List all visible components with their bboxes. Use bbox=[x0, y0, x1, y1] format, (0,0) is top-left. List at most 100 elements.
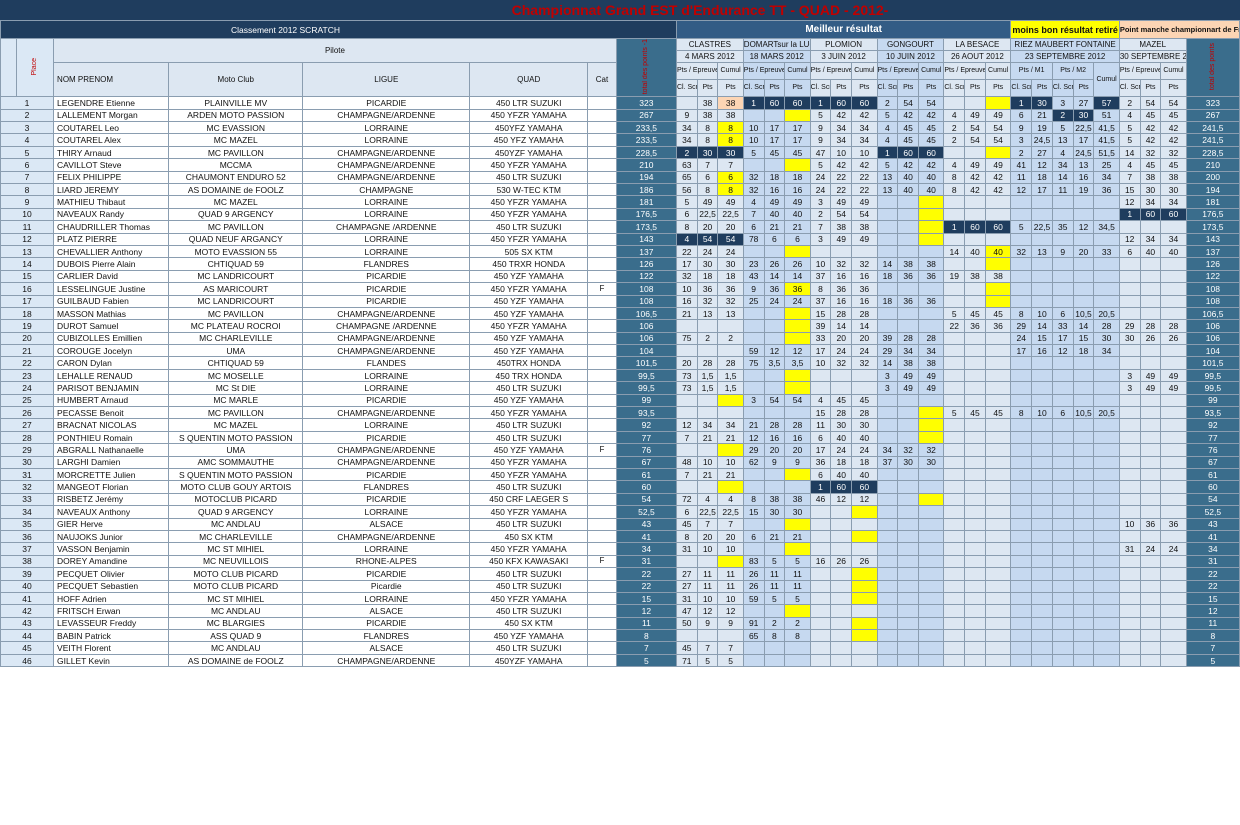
cat-cell bbox=[587, 356, 617, 370]
score-cell bbox=[763, 381, 786, 395]
total-cell: 106 bbox=[615, 331, 677, 346]
score-cell: 42 bbox=[1139, 121, 1162, 135]
cl-scr-label: Cl. Scr bbox=[876, 79, 899, 98]
score-cell bbox=[1072, 505, 1095, 519]
score-cell bbox=[1139, 653, 1162, 668]
score-cell bbox=[897, 567, 920, 581]
score-cell: 17 bbox=[1031, 182, 1053, 197]
club-cell: ASS QUAD 9 bbox=[168, 629, 304, 643]
score-cell bbox=[1072, 294, 1095, 308]
score-cell: 40 bbox=[918, 182, 945, 197]
score-cell bbox=[943, 368, 966, 383]
score-cell bbox=[1093, 554, 1120, 569]
score-cell bbox=[1051, 467, 1074, 482]
score-cell: 10 bbox=[675, 282, 698, 296]
score-cell: 38 bbox=[918, 356, 945, 370]
score-cell: 4 bbox=[1118, 108, 1141, 123]
score-cell bbox=[1072, 591, 1095, 606]
score-cell: 27 bbox=[675, 567, 698, 581]
score-cell: 38 bbox=[964, 269, 986, 284]
score-cell: 16 bbox=[830, 269, 853, 284]
total-right-cell: 106 bbox=[1185, 319, 1240, 333]
score-cell bbox=[1051, 207, 1074, 222]
score-cell bbox=[984, 195, 1012, 209]
score-cell bbox=[1139, 591, 1162, 606]
club-cell: ARDEN MOTO PASSION bbox=[168, 108, 304, 123]
score-cell bbox=[784, 306, 811, 321]
score-cell: 14 bbox=[1072, 319, 1095, 333]
score-cell bbox=[1031, 629, 1053, 643]
score-cell bbox=[1118, 418, 1141, 432]
score-cell: 20 bbox=[830, 331, 853, 346]
club-cell: MC PAVILLON bbox=[168, 220, 304, 234]
score-cell: 54 bbox=[784, 393, 811, 408]
score-cell bbox=[984, 492, 1012, 507]
ligue-cell: CHAMPAGNE /ARDENNE bbox=[302, 319, 471, 333]
total-cell: 181 bbox=[615, 195, 677, 209]
place-cell: 33 bbox=[0, 492, 55, 507]
score-cell bbox=[851, 653, 878, 668]
place-cell: 10 bbox=[0, 207, 55, 222]
score-cell bbox=[1031, 455, 1053, 470]
score-cell: 5 bbox=[876, 108, 899, 123]
ligue-cell: LORRAINE bbox=[302, 505, 471, 519]
score-cell: 7 bbox=[675, 430, 698, 445]
score-cell bbox=[1051, 529, 1074, 544]
score-cell bbox=[742, 306, 765, 321]
score-cell bbox=[918, 430, 945, 445]
score-cell: 4 bbox=[742, 195, 765, 209]
score-cell bbox=[1093, 269, 1120, 284]
table-row: 30 LARGHI Damien AMC SOMMAUTHE CHAMPAGNE/AR… bbox=[0, 455, 1240, 470]
score-cell: 14 bbox=[763, 269, 786, 284]
score-cell bbox=[1010, 356, 1033, 370]
score-cell: 28 bbox=[1093, 319, 1120, 333]
name-cell: MASSON Mathias bbox=[53, 306, 170, 321]
quad-cell: 450 YFZR YAMAHA bbox=[469, 406, 589, 420]
place-cell: 20 bbox=[0, 331, 55, 346]
score-cell: 7 bbox=[1118, 170, 1141, 185]
club-cell: MC MOSELLE bbox=[168, 368, 304, 383]
col-ligue: LIGUE bbox=[302, 61, 471, 98]
total-cell: 15 bbox=[615, 591, 677, 606]
total-cell: 173,5 bbox=[615, 220, 677, 234]
score-cell: 8 bbox=[675, 220, 698, 234]
club-cell: MOTO CLUB GOUY ARTOIS bbox=[168, 480, 304, 494]
score-cell: 36 bbox=[1093, 182, 1120, 197]
score-cell bbox=[1139, 443, 1162, 457]
score-cell bbox=[763, 517, 786, 531]
score-cell: 24 bbox=[851, 443, 878, 457]
cat-cell bbox=[587, 406, 617, 420]
score-cell: 10 bbox=[809, 356, 832, 370]
score-cell: 12 bbox=[1051, 344, 1074, 358]
score-cell bbox=[1031, 381, 1053, 395]
score-cell: 10 bbox=[1031, 406, 1053, 420]
score-cell bbox=[1051, 542, 1074, 556]
score-cell bbox=[984, 616, 1012, 631]
score-cell bbox=[876, 306, 899, 321]
col-club: Moto Club bbox=[168, 61, 304, 98]
score-cell: 54 bbox=[964, 121, 986, 135]
score-cell bbox=[1093, 232, 1120, 246]
ligue-cell: CHAMPAGNE/ARDENNE bbox=[302, 331, 471, 346]
score-cell: 37 bbox=[809, 294, 832, 308]
table-row: 26 PECASSE Benoit MC PAVILLON CHAMPAGNE/ARD… bbox=[0, 406, 1240, 420]
event-name-7: MAZEL bbox=[1118, 38, 1187, 51]
score-cell: 8 bbox=[742, 492, 765, 507]
score-cell bbox=[918, 393, 945, 408]
total-cell: 99,5 bbox=[615, 381, 677, 395]
score-cell bbox=[1118, 567, 1141, 581]
total-cell: 104 bbox=[615, 344, 677, 358]
name-cell: LESSELINGUE Justine bbox=[53, 282, 170, 296]
score-cell: 6 bbox=[1051, 406, 1074, 420]
club-cell: MC CHARLEVILLE bbox=[168, 529, 304, 544]
cat-cell bbox=[587, 591, 617, 606]
score-cell bbox=[1010, 443, 1033, 457]
score-cell bbox=[1139, 641, 1162, 655]
score-cell: 2 bbox=[876, 96, 899, 110]
score-cell bbox=[984, 232, 1012, 246]
pts-label: Pts bbox=[984, 79, 1012, 98]
place-cell: 39 bbox=[0, 567, 55, 581]
total-right-cell: 31 bbox=[1185, 554, 1240, 569]
quad-cell: 450 YFZR YAMAHA bbox=[469, 467, 589, 482]
page-title: Championnat Grand EST d'Endurance TT - Q… bbox=[0, 0, 1240, 20]
